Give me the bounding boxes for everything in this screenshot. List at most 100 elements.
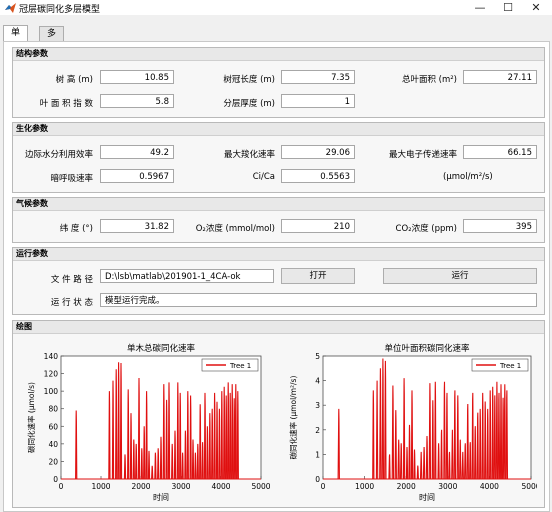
chart-0-series-peak-8 (129, 413, 133, 480)
chart-1-ytick-label: 2 (315, 426, 320, 435)
crown-length-label: 树冠长度 (m) (223, 75, 275, 85)
jmax-field[interactable]: 66.15 (463, 145, 537, 159)
status-label: 运 行 状 态 (50, 298, 93, 308)
chart-0-xtick-label: 3000 (171, 482, 190, 491)
cica-label: Ci/Ca (252, 172, 275, 182)
chart-0-series-peak-28 (184, 430, 187, 480)
chart-0-ytick-label: 0 (53, 475, 58, 484)
chart-0-series-peak-32 (194, 452, 197, 480)
chart-0-series-peak-43 (220, 391, 223, 480)
chart-0-ytick-label: 80 (48, 405, 58, 414)
chart-0-xtick-label: 1000 (91, 482, 110, 491)
cica-field[interactable]: 0.5563 (281, 169, 355, 183)
chart-0-series-peak-9 (132, 439, 135, 480)
chart-1-series-peak-23 (437, 443, 440, 480)
close-button[interactable]: ✕ (522, 0, 550, 15)
chart-0-series-peak-1 (108, 391, 111, 480)
open-button[interactable]: 打开 (281, 268, 355, 284)
chart-0-series-peak-27 (181, 452, 184, 480)
layer-thickness-field[interactable]: 1 (281, 94, 355, 108)
chart-0-series-peak-36 (203, 392, 207, 480)
chart-0-series-peak-48 (231, 384, 234, 480)
chart-1-xtick-label: 3000 (438, 482, 457, 491)
chart-1-series-peak-42 (486, 408, 489, 480)
chart-1-series-peak-39 (479, 408, 482, 480)
chart-1-series-peak-11 (402, 378, 406, 480)
tab-multi-tree[interactable]: 多木 (39, 26, 65, 53)
chart-1-series-peak-40 (481, 392, 484, 480)
chart-0-series-peak-19 (159, 436, 163, 480)
chart-0-series-peak-33 (196, 443, 199, 480)
jmax-label: 最大电子传递速率 (388, 150, 457, 160)
chart-1-series-peak-36 (471, 392, 474, 480)
chart-0-series-peak-10 (135, 443, 138, 480)
chart-0-series-peak-39 (211, 408, 214, 480)
o2-field[interactable]: 210 (281, 219, 355, 233)
mwue-field[interactable]: 49.2 (100, 145, 174, 159)
total-assimilation-chart: 单木总碳同化速率 0 20 40 60 80 100 120 140 0 1000 2000 3000 4… (26, 343, 270, 502)
chart-0-series-peak-41 (215, 401, 219, 480)
chart-0-xtick-label: 5000 (251, 482, 270, 491)
plot-panel-title: 绘图 (13, 321, 544, 334)
chart-0-ytick-label: 20 (48, 457, 58, 466)
co2-field[interactable]: 395 (463, 219, 537, 233)
chart-0-series-peak-30 (189, 395, 192, 480)
rd-field[interactable]: 0.5967 (100, 169, 174, 183)
total-leaf-area-field[interactable]: 27.11 (463, 70, 537, 84)
chart-1-series-peak-48 (499, 384, 503, 480)
chart-0-ylabel: 碳同化速率 (μmol/s) (26, 382, 36, 453)
window-title: 冠层碳同化多层模型 (19, 5, 101, 15)
minimize-button[interactable]: — (466, 0, 494, 15)
climate-panel-title: 气候参数 (13, 198, 544, 211)
chart-0-series-peak-38 (208, 413, 211, 480)
chart-0-series-peak-42 (218, 408, 221, 480)
crown-length-field[interactable]: 7.35 (281, 70, 355, 84)
chart-1-series-peak-12 (405, 446, 409, 480)
rd-label: 暗呼吸速率 (50, 174, 93, 184)
chart-0-xtick-label: 0 (59, 482, 64, 491)
unit-label: (μmol/m²/s) (443, 172, 493, 182)
tree-height-field[interactable]: 10.85 (100, 70, 174, 84)
chart-0-series-peak-17 (154, 452, 157, 480)
chart-0-series-peak-11 (137, 377, 141, 480)
chart-1-series-peak-14 (410, 390, 414, 480)
chart-1-series-peak-21 (431, 400, 434, 480)
layer-thickness-label: 分层厚度 (m) (223, 99, 275, 109)
chart-1-series-peak-13 (408, 424, 411, 480)
chart-1-ytick-label: 5 (315, 352, 320, 361)
chart-1-series-peak-24 (440, 429, 443, 480)
biochem-panel: 生化参数 边际水分利用效率 49.2 最大羧化速率 29.06 最大电子传递速率… (12, 122, 545, 193)
lai-field[interactable]: 5.8 (100, 94, 174, 108)
run-button[interactable]: 运行 (383, 268, 537, 284)
chart-0-ytick-label: 100 (44, 387, 59, 396)
tab-page-single-tree: 结构参数 树 高 (m) 10.85 树冠长度 (m) 7.35 总叶面积 (m… (3, 41, 550, 512)
vcmax-label: 最大羧化速率 (223, 150, 275, 160)
chart-0-series-peak-3 (115, 369, 118, 480)
chart-1-series-peak-41 (484, 401, 487, 480)
chart-0-series-peak-12 (140, 448, 143, 480)
maximize-button[interactable]: ☐ (494, 0, 522, 15)
chart-0-series-peak-24 (173, 430, 177, 480)
title-bar: 冠层碳同化多层模型 — ☐ ✕ (0, 0, 552, 15)
chart-0-series-peak-31 (191, 439, 195, 480)
chart-1-series-peak-22 (434, 381, 437, 480)
chart-0-series-peak-25 (176, 382, 179, 480)
chart-0-series-peak-20 (162, 384, 165, 480)
chart-1-ytick-label: 1 (315, 450, 320, 459)
chart-0-ytick-label: 40 (48, 440, 58, 449)
chart-0-series-peak-34 (199, 404, 202, 480)
vcmax-field[interactable]: 29.06 (281, 145, 355, 159)
tab-single-tree[interactable]: 单木 (3, 25, 29, 52)
chart-0-title: 单木总碳同化速率 (127, 343, 196, 354)
chart-0-series-peak-13 (143, 426, 146, 480)
chart-0-series-peak-51 (236, 391, 239, 480)
chart-0-series-peak-21 (165, 399, 168, 480)
chart-1-ytick-label: 3 (315, 401, 320, 410)
lai-label: 叶 面 积 指 数 (39, 99, 93, 109)
chart-1-series-peak-43 (489, 390, 492, 480)
latitude-field[interactable]: 31.82 (100, 219, 174, 233)
chart-0-series-peak-26 (179, 392, 182, 480)
file-path-label: 文 件 路 径 (50, 275, 93, 285)
chart-0-ytick-label: 60 (48, 422, 58, 431)
file-path-field[interactable]: D:\lsb\matlab\201901-1_4CA-ok (100, 269, 274, 283)
